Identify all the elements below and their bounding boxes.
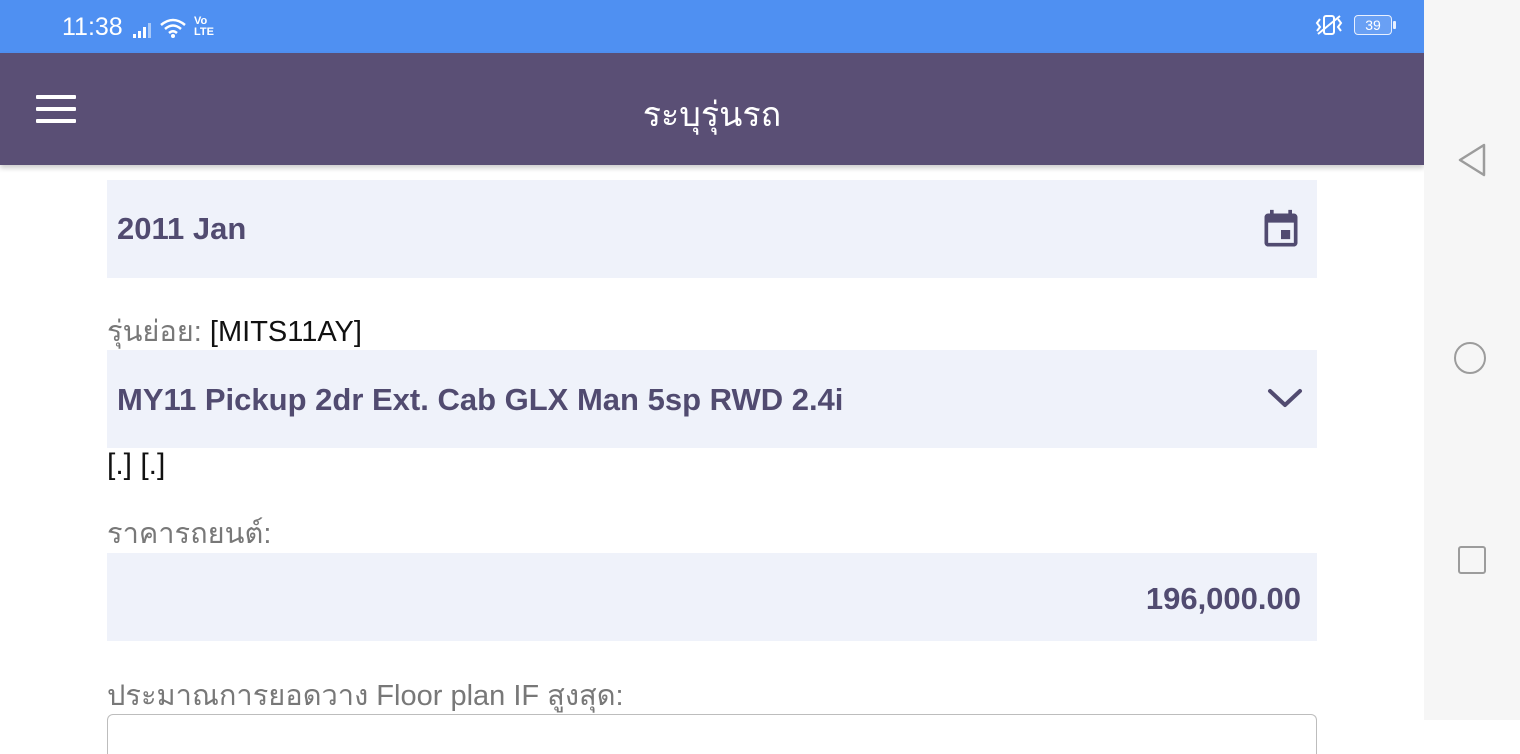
wifi-icon [160, 18, 186, 38]
signal-icon [133, 23, 151, 38]
home-icon[interactable] [1454, 342, 1486, 374]
vibrate-icon [1315, 15, 1343, 35]
extra-info-text: [.] [.] [107, 448, 166, 481]
price-field[interactable]: 196,000.00 [107, 553, 1317, 641]
status-time: 11:38 [62, 13, 123, 41]
date-value: 2011 Jan [117, 211, 247, 246]
status-icons: Vo LTE [132, 14, 218, 38]
status-right: 39 [1314, 14, 1396, 36]
page-title: ระบุรุ่นรถ [642, 96, 782, 134]
floor-plan-input[interactable] [107, 714, 1317, 754]
submodel-label: รุ่นย่อย: [MITS11AY] [107, 308, 362, 354]
back-icon[interactable] [1456, 142, 1488, 178]
price-label: ราคารถยนต์: [107, 518, 272, 550]
battery-icon: 39 [1354, 15, 1396, 35]
submodel-code: [MITS11AY] [209, 316, 362, 348]
date-picker-field[interactable]: 2011 Jan [107, 180, 1317, 278]
model-select-value: MY11 Pickup 2dr Ext. Cab GLX Man 5sp RWD… [117, 382, 844, 417]
price-value: 196,000.00 [1145, 581, 1301, 616]
app-bar: ระบุรุ่นรถ [0, 53, 1424, 165]
recents-icon[interactable] [1458, 546, 1486, 574]
model-select[interactable]: MY11 Pickup 2dr Ext. Cab GLX Man 5sp RWD… [107, 350, 1317, 448]
submodel-label-text: รุ่นย่อย: [107, 316, 210, 348]
calendar-icon[interactable] [1259, 208, 1303, 252]
status-bar: 11:38 Vo LTE 39 [0, 0, 1424, 53]
chevron-down-icon[interactable] [1267, 386, 1303, 410]
floor-plan-label: ประมาณการยอดวาง Floor plan IF สูงสุด: [107, 680, 624, 712]
system-nav-bar [1424, 0, 1520, 720]
volte-icon: Vo LTE [194, 15, 214, 38]
